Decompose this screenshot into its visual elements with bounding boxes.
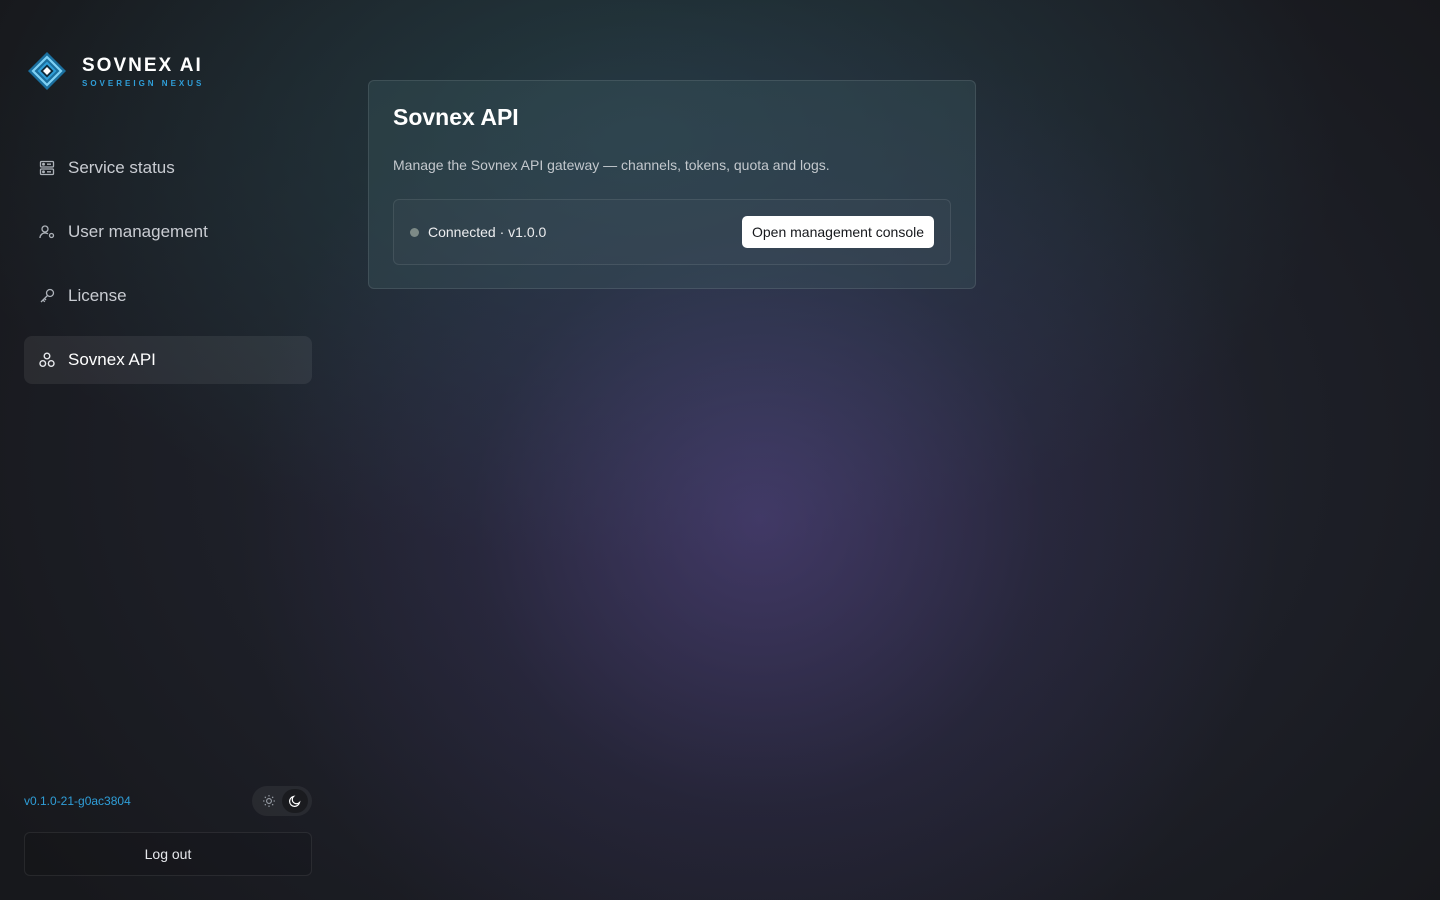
moon-icon bbox=[289, 795, 301, 807]
sidebar-item-sovnex-api[interactable]: Sovnex API bbox=[24, 336, 312, 384]
brand-logo-icon bbox=[28, 52, 66, 90]
light-theme-button[interactable] bbox=[256, 789, 282, 813]
connection-status-text: Connected · v1.0.0 bbox=[428, 224, 547, 240]
app-version: v0.1.0-21-g0ac3804 bbox=[24, 794, 131, 808]
brand-name: SOVNEX AI bbox=[82, 54, 203, 76]
sidebar-item-label: Service status bbox=[68, 158, 175, 177]
open-management-console-button[interactable]: Open management console bbox=[742, 216, 934, 248]
sidebar-item-label: License bbox=[68, 286, 127, 305]
sovnex-api-card: Sovnex API Manage the Sovnex API gateway… bbox=[368, 80, 976, 289]
sidebar-item-label: Sovnex API bbox=[68, 350, 156, 369]
brand-tagline: SOVEREIGN NEXUS bbox=[82, 78, 205, 88]
sun-icon bbox=[263, 795, 275, 807]
connection-status-panel: Connected · v1.0.0 Open management conso… bbox=[393, 199, 951, 265]
status-dot-icon bbox=[410, 227, 419, 237]
theme-toggle[interactable] bbox=[252, 786, 312, 816]
api-nodes-icon bbox=[38, 351, 56, 369]
brand[interactable]: SOVNEX AI SOVEREIGN NEXUS bbox=[26, 50, 204, 92]
key-icon bbox=[38, 287, 56, 305]
sidebar-item-service-status[interactable]: Service status bbox=[24, 144, 312, 192]
user-settings-icon bbox=[38, 223, 56, 241]
sidebar-item-label: User management bbox=[68, 222, 208, 241]
sidebar-item-user-management[interactable]: User management bbox=[24, 208, 312, 256]
page-description: Manage the Sovnex API gateway — channels… bbox=[393, 157, 830, 173]
server-status-icon bbox=[38, 159, 56, 177]
sidebar: SOVNEX AI SOVEREIGN NEXUS Service status bbox=[0, 0, 336, 900]
sidebar-footer: v0.1.0-21-g0ac3804 bbox=[24, 786, 312, 816]
dark-theme-button[interactable] bbox=[282, 789, 308, 813]
sidebar-nav: Service status User management License S… bbox=[24, 144, 312, 400]
page-title: Sovnex API bbox=[393, 104, 519, 130]
sidebar-item-license[interactable]: License bbox=[24, 272, 312, 320]
logout-button[interactable]: Log out bbox=[24, 832, 312, 876]
